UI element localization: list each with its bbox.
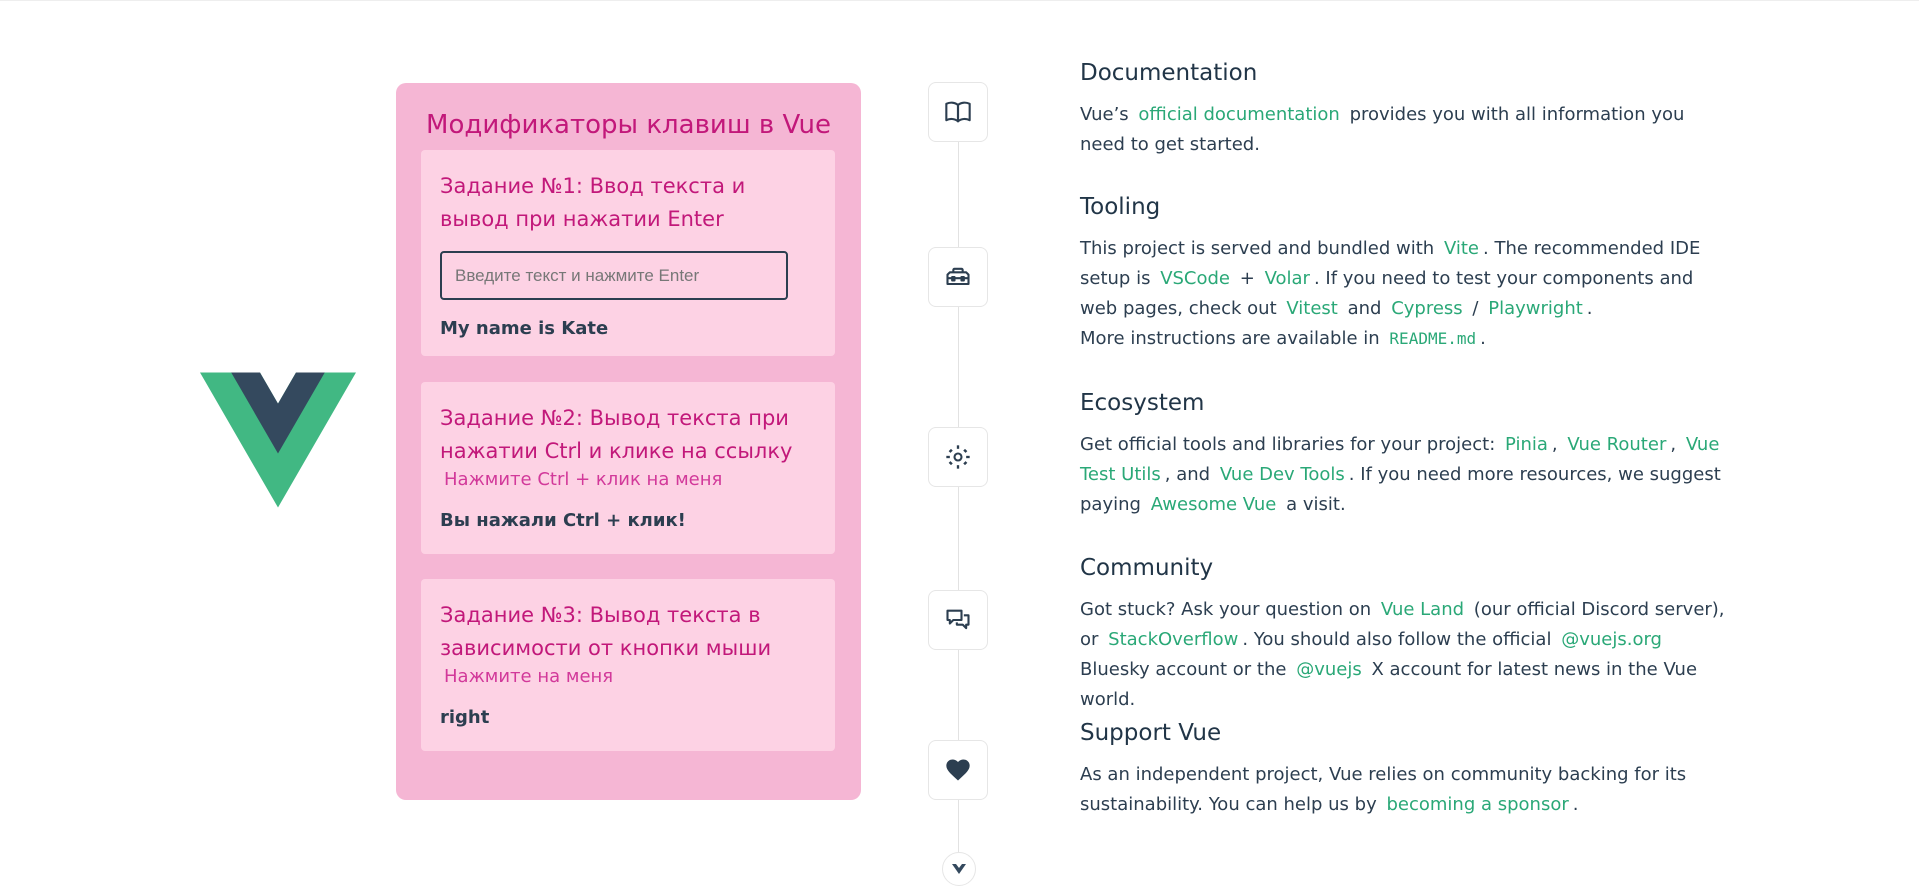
community-heading: Community [1080,555,1214,581]
tooling-section: Tooling This project is served and bundl… [1080,192,1730,354]
comma-1: , [1551,434,1558,455]
card-title: Модификаторы клавиш в Vue [426,110,831,140]
task-3-result: right [440,707,490,728]
toolbox-icon [928,247,988,307]
period: . [1586,298,1593,319]
task-3: Задание №3: Вывод текста в зависимости о… [421,579,835,751]
cypress-link[interactable]: Cypress [1387,298,1466,319]
task-3-title: Задание №3: Вывод текста в зависимости о… [440,603,772,660]
support-heading: Support Vue [1080,720,1222,746]
official-docs-link[interactable]: official documentation [1134,104,1343,125]
vite-link[interactable]: Vite [1440,238,1483,259]
comm-text-3: . You should also follow the official [1242,629,1552,650]
readme-code: README.md [1389,329,1477,348]
volar-link[interactable]: Volar [1261,268,1314,289]
eco-text-1: Get official tools and libraries for you… [1080,434,1496,455]
awesome-vue-link[interactable]: Awesome Vue [1147,494,1281,515]
support-section: Support Vue As an independent project, V… [1080,718,1730,820]
key-modifiers-card: Модификаторы клавиш в Vue Задание №1: Вв… [396,83,861,800]
tooling-text-1: This project is served and bundled with [1080,238,1435,259]
bluesky-link[interactable]: @vuejs.org [1557,629,1666,650]
support-text: As an independent project, Vue relies on… [1080,760,1730,820]
ecosystem-icon [928,427,988,487]
x-link[interactable]: @vuejs [1292,659,1366,680]
task-2-result: Вы нажали Ctrl + клик! [440,510,686,531]
sponsor-link[interactable]: becoming a sponsor [1382,794,1572,815]
mouse-button-link[interactable]: Нажмите на меня [444,665,613,689]
playwright-link[interactable]: Playwright [1484,298,1587,319]
ecosystem-heading: Ecosystem [1080,390,1205,416]
comma-2: , [1670,434,1677,455]
community-section: Community Got stuck? Ask your question o… [1080,553,1730,715]
ctrl-click-link[interactable]: Нажмите Ctrl + клик на меня [444,468,722,492]
vue-dev-tools-link[interactable]: Vue Dev Tools [1216,464,1349,485]
top-border [0,0,1919,1]
ecosystem-text: Get official tools and libraries for you… [1080,430,1730,520]
documentation-heading: Documentation [1080,60,1258,86]
vscode-link[interactable]: VSCode [1156,268,1234,289]
chat-icon [928,590,988,650]
enter-text-input[interactable] [440,251,788,300]
vue-land-link[interactable]: Vue Land [1377,599,1468,620]
slash-text: / [1472,298,1479,319]
documentation-section: Documentation Vue’s official documentati… [1080,58,1730,160]
heart-icon [928,740,988,800]
task-1-result: My name is Kate [440,318,609,339]
stackoverflow-link[interactable]: StackOverflow [1104,629,1242,650]
plus-sign: + [1239,268,1255,289]
vue-logo [200,372,356,508]
comm-text-4: Bluesky account or the [1080,659,1287,680]
chevron-down-icon [942,852,976,886]
task-2-title: Задание №2: Вывод текста при нажатии Ctr… [440,406,793,463]
tooling-text-4: More instructions are available in [1080,328,1380,349]
task-1: Задание №1: Ввод текста и вывод при нажа… [421,150,835,356]
book-icon [928,82,988,142]
period-3: . [1572,794,1579,815]
eco-text-4: a visit. [1286,494,1346,515]
task-2: Задание №2: Вывод текста при нажатии Ctr… [421,382,835,554]
community-text: Got stuck? Ask your question on Vue Land… [1080,595,1730,715]
documentation-text: Vue’s official documentation provides yo… [1080,100,1730,160]
tooling-heading: Tooling [1080,194,1161,220]
period-2: . [1480,328,1486,349]
pinia-link[interactable]: Pinia [1501,434,1552,455]
and-text: and [1347,298,1382,319]
vitest-link[interactable]: Vitest [1282,298,1342,319]
ecosystem-section: Ecosystem Get official tools and librari… [1080,388,1730,520]
comm-text-1: Got stuck? Ask your question on [1080,599,1372,620]
tooling-text: This project is served and bundled with … [1080,234,1730,354]
task-1-title: Задание №1: Ввод текста и вывод при нажа… [440,174,746,231]
doc-text-1: Vue’s [1080,104,1129,125]
vue-router-link[interactable]: Vue Router [1563,434,1670,455]
eco-text-2: , and [1164,464,1211,485]
